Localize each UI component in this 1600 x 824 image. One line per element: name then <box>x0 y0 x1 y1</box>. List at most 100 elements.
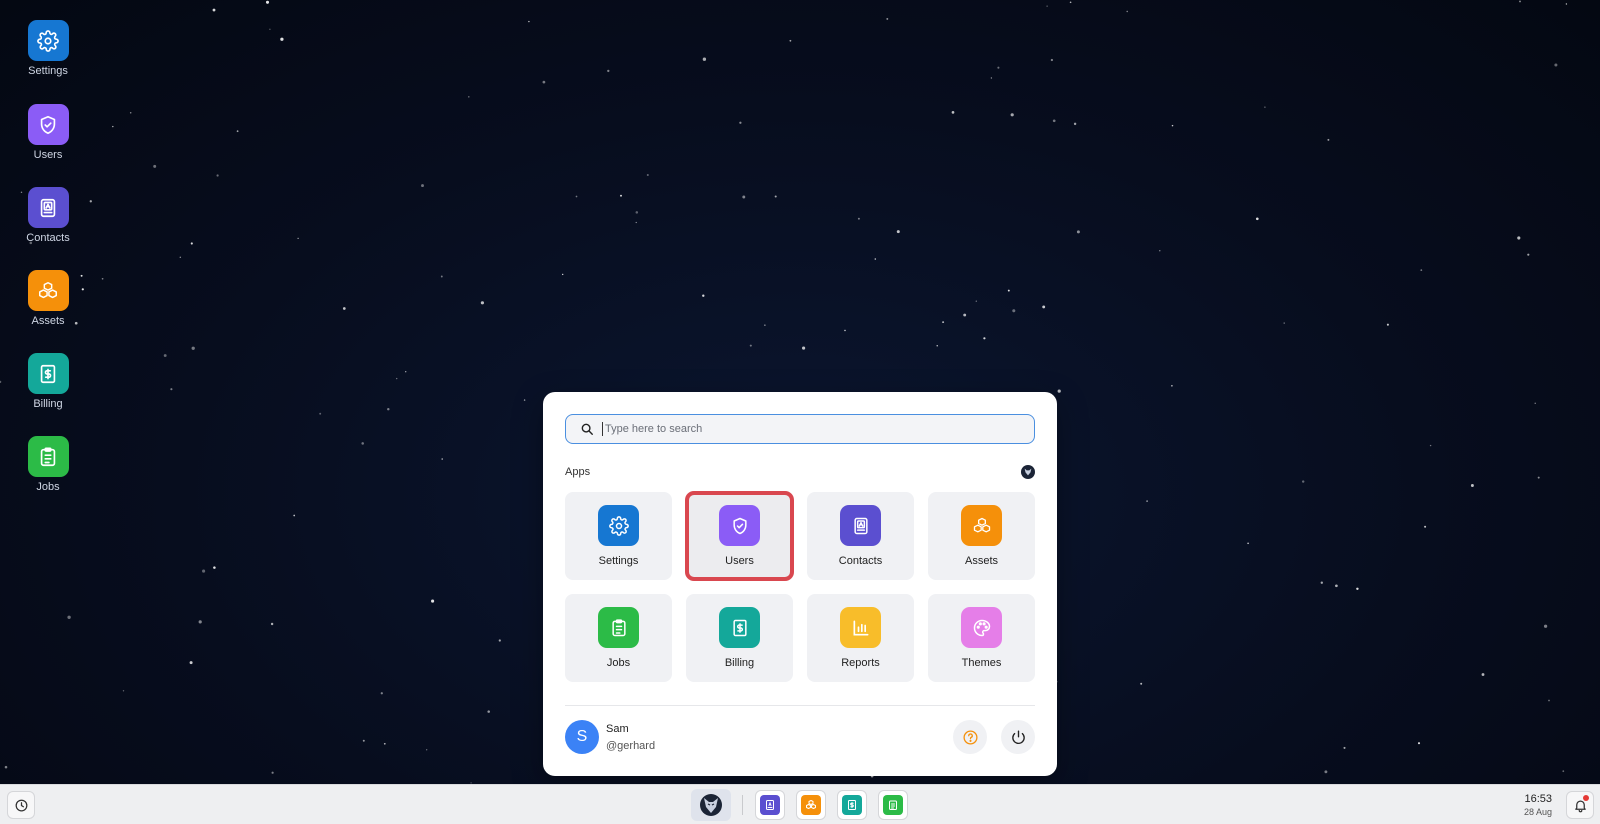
star <box>153 164 157 168</box>
start-button[interactable] <box>691 789 731 821</box>
taskbar-app-billing[interactable] <box>837 790 867 820</box>
app-label: Billing <box>724 657 755 669</box>
star <box>383 742 386 745</box>
star <box>523 399 526 401</box>
clock-time: 16:53 <box>1524 793 1552 805</box>
star <box>1534 402 1536 404</box>
star <box>764 324 766 326</box>
power-icon <box>1011 729 1025 744</box>
search-bar[interactable] <box>565 414 1035 444</box>
star <box>1171 124 1174 127</box>
star <box>990 77 993 79</box>
desktop-icon-label: Users <box>33 149 63 161</box>
taskbar-app-contacts[interactable] <box>755 790 785 820</box>
star <box>271 771 274 774</box>
star <box>1543 624 1548 628</box>
power-button[interactable] <box>1001 720 1035 754</box>
star <box>1519 0 1521 3</box>
search-icon <box>581 423 593 435</box>
contact-book-icon <box>27 187 69 228</box>
star <box>997 66 1000 69</box>
star <box>1335 584 1338 588</box>
star <box>1320 581 1323 584</box>
clock[interactable]: 16:53 28 Aug <box>1524 793 1552 817</box>
star <box>1527 253 1530 256</box>
menu-divider <box>565 705 1035 706</box>
star <box>431 599 435 603</box>
wolf-logo-icon[interactable] <box>1021 465 1035 479</box>
star <box>528 20 530 23</box>
star <box>844 329 846 332</box>
star <box>635 211 639 214</box>
app-billing[interactable]: Billing <box>686 594 793 682</box>
help-button[interactable] <box>953 720 987 754</box>
app-label: Users <box>725 555 754 567</box>
star <box>89 200 92 203</box>
desktop-icon-billing[interactable]: Billing <box>22 353 74 410</box>
star <box>236 130 239 133</box>
star <box>129 112 132 114</box>
desktop-icon-settings[interactable]: Settings <box>22 20 74 77</box>
star <box>269 28 271 30</box>
app-label: Contacts <box>838 555 883 567</box>
star <box>646 173 649 177</box>
star <box>1057 389 1061 393</box>
star <box>983 337 986 340</box>
desktop-icon-assets[interactable]: Assets <box>22 270 74 327</box>
taskbar-app-jobs[interactable] <box>878 790 908 820</box>
star <box>1565 3 1568 5</box>
app-users[interactable]: Users <box>685 491 794 581</box>
star <box>1046 5 1048 7</box>
taskbar: 16:53 28 Aug <box>0 784 1600 824</box>
app-jobs[interactable]: Jobs <box>565 594 672 682</box>
star <box>702 57 707 61</box>
star <box>80 274 83 277</box>
star <box>212 8 216 12</box>
user-profile[interactable]: S Sam @gerhard <box>565 720 655 754</box>
star <box>1356 587 1359 591</box>
star <box>1562 770 1565 773</box>
star <box>886 17 889 20</box>
star <box>1327 138 1330 141</box>
desktop-icon-contacts[interactable]: Contacts <box>22 187 74 244</box>
star <box>441 458 443 460</box>
taskbar-app-assets[interactable] <box>796 790 826 820</box>
history-button[interactable] <box>7 791 35 819</box>
gear-icon <box>598 505 639 546</box>
star <box>1159 250 1161 252</box>
star <box>170 388 173 391</box>
star <box>202 569 206 573</box>
desktop-icon-label: Settings <box>28 65 68 77</box>
desktop-icon-jobs[interactable]: Jobs <box>22 436 74 493</box>
app-label: Assets <box>964 555 998 567</box>
star <box>440 275 443 278</box>
star <box>1548 699 1550 702</box>
desktop-icon-label: Contacts <box>26 232 70 244</box>
star <box>216 174 219 177</box>
star <box>122 690 125 692</box>
star <box>1050 58 1054 62</box>
desktop-icon-users[interactable]: Users <box>22 104 74 161</box>
star <box>1007 289 1010 292</box>
app-assets[interactable]: Assets <box>928 492 1035 580</box>
star <box>1010 113 1014 117</box>
contact-book-icon <box>760 795 780 815</box>
help-circle-icon <box>962 729 978 745</box>
star <box>1481 673 1485 676</box>
star <box>487 710 490 713</box>
clock-date: 28 Aug <box>1523 807 1552 817</box>
app-contacts[interactable]: Contacts <box>807 492 914 580</box>
notifications-button[interactable] <box>1566 791 1594 819</box>
star <box>1052 119 1056 123</box>
user-name: Sam <box>606 722 629 735</box>
app-reports[interactable]: Reports <box>807 594 914 682</box>
app-themes[interactable]: Themes <box>928 594 1035 682</box>
star <box>1470 484 1474 487</box>
star <box>975 300 977 302</box>
app-settings[interactable]: Settings <box>565 492 672 580</box>
star <box>1255 217 1259 221</box>
apps-header: Apps <box>565 465 1035 479</box>
star <box>4 765 8 769</box>
search-input[interactable] <box>602 422 1022 436</box>
desktop-icon-label: Assets <box>31 315 65 327</box>
